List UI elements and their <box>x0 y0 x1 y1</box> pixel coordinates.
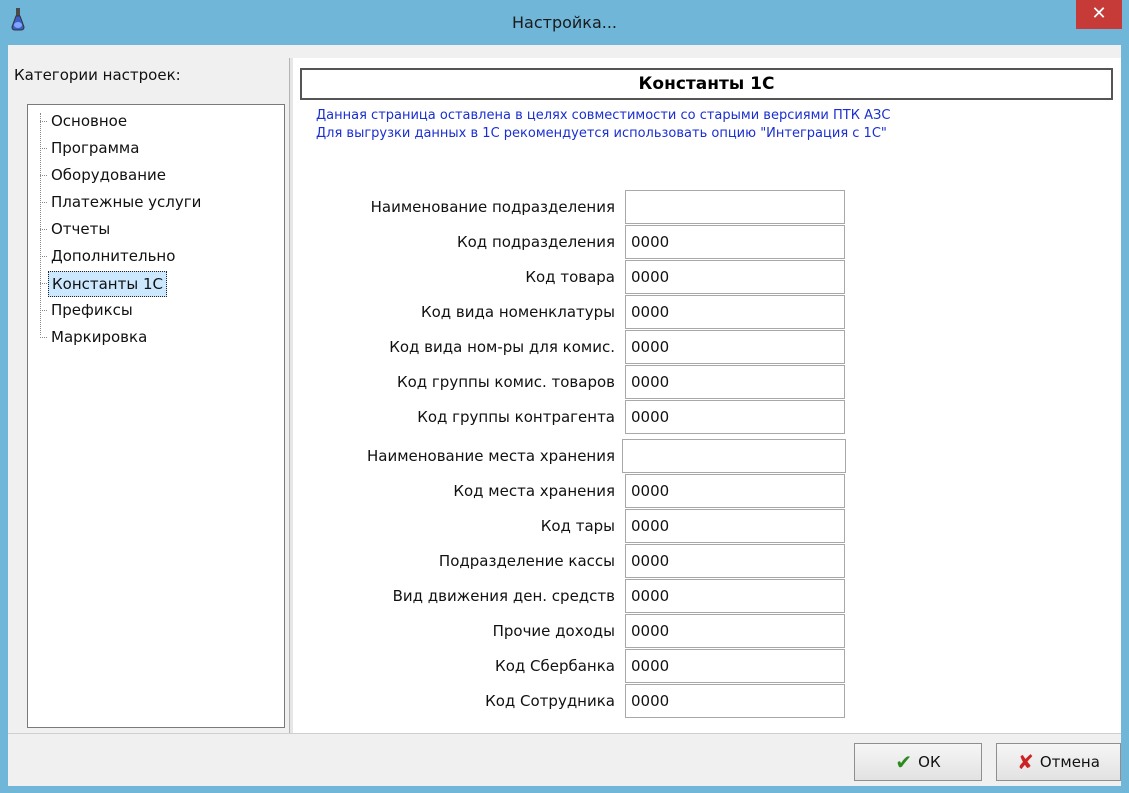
tree-connector <box>40 283 47 284</box>
tree-item-label: Программа <box>51 139 140 157</box>
field-label: Код тары <box>540 517 615 535</box>
field-label: Код Сотрудника <box>485 692 615 710</box>
field-input[interactable] <box>625 190 845 224</box>
tree-item-label: Константы 1С <box>48 271 167 297</box>
ok-button[interactable]: ✔ ОК <box>854 743 982 781</box>
title-bar[interactable]: Настройка... ✕ <box>0 0 1129 45</box>
tree-item-label: Дополнительно <box>51 247 176 265</box>
page-title: Константы 1С <box>300 68 1113 100</box>
categories-pane: Категории настроек: Основное Программа Обо… <box>8 58 289 733</box>
tree-item-label: Основное <box>51 112 128 130</box>
client-area: Категории настроек: Основное Программа Обо… <box>8 45 1121 786</box>
cancel-label: Отмена <box>1039 753 1100 771</box>
field-label: Код подразделения <box>456 233 615 251</box>
field-input[interactable] <box>625 474 845 508</box>
tree-item-label: Маркировка <box>51 328 148 346</box>
tree-connector <box>40 256 47 257</box>
close-button[interactable]: ✕ <box>1076 0 1122 29</box>
checkmark-icon: ✔ <box>895 750 913 774</box>
field-input[interactable] <box>625 295 845 329</box>
notice-line: Данная страница оставлена в целях совмес… <box>316 108 891 123</box>
tree-connector <box>40 175 47 176</box>
field-input[interactable] <box>625 579 845 613</box>
field-input[interactable] <box>625 649 845 683</box>
field-label: Наименование подразделения <box>370 198 615 216</box>
tree-item-label: Платежные услуги <box>51 193 202 211</box>
field-input[interactable] <box>625 365 845 399</box>
field-label: Код Сбербанка <box>495 657 615 675</box>
cross-icon: ✘ <box>1017 750 1034 774</box>
tree-connector <box>40 337 47 338</box>
window-title: Настройка... <box>511 13 618 32</box>
cancel-button[interactable]: ✘ Отмена <box>996 743 1121 781</box>
tree-connector <box>40 229 47 230</box>
field-label: Прочие доходы <box>492 622 615 640</box>
field-input[interactable] <box>622 439 846 473</box>
tree-item-label: Отчеты <box>51 220 111 238</box>
field-label: Наименование места хранения <box>366 447 615 465</box>
field-label: Код места хранения <box>453 482 615 500</box>
categories-tree[interactable]: Основное Программа Оборудование Платежные у… <box>27 104 285 728</box>
notice-line: Для выгрузки данных в 1С рекомендуется и… <box>316 126 887 141</box>
ok-label: ОК <box>918 753 941 771</box>
field-input[interactable] <box>625 544 845 578</box>
tree-guide-line <box>40 113 41 335</box>
field-label: Вид движения ден. средств <box>392 587 615 605</box>
button-bar: ✔ ОК ✘ Отмена <box>8 733 1121 786</box>
field-input[interactable] <box>625 614 845 648</box>
tree-item-label: Оборудование <box>51 166 166 184</box>
settings-page: Константы 1С Данная страница оставлена в… <box>293 58 1121 733</box>
tree-item-label: Префиксы <box>51 301 133 319</box>
tree-connector <box>40 121 47 122</box>
field-label: Код товара <box>525 268 615 286</box>
tree-connector <box>40 202 47 203</box>
field-label: Код группы комис. товаров <box>396 373 615 391</box>
field-label: Код вида номенклатуры <box>420 303 615 321</box>
tree-connector <box>40 310 47 311</box>
field-label: Код группы контрагента <box>417 408 615 426</box>
field-input[interactable] <box>625 260 845 294</box>
settings-window: Настройка... ✕ Категории настроек: Основ… <box>0 0 1129 793</box>
categories-label: Категории настроек: <box>14 66 181 84</box>
field-input[interactable] <box>625 400 845 434</box>
field-input[interactable] <box>625 509 845 543</box>
field-input[interactable] <box>625 684 845 718</box>
field-input[interactable] <box>625 225 845 259</box>
tree-connector <box>40 148 47 149</box>
field-label: Код вида ном-ры для комис. <box>389 338 615 356</box>
field-label: Подразделение кассы <box>438 552 615 570</box>
close-icon: ✕ <box>1091 3 1107 24</box>
field-input[interactable] <box>625 330 845 364</box>
